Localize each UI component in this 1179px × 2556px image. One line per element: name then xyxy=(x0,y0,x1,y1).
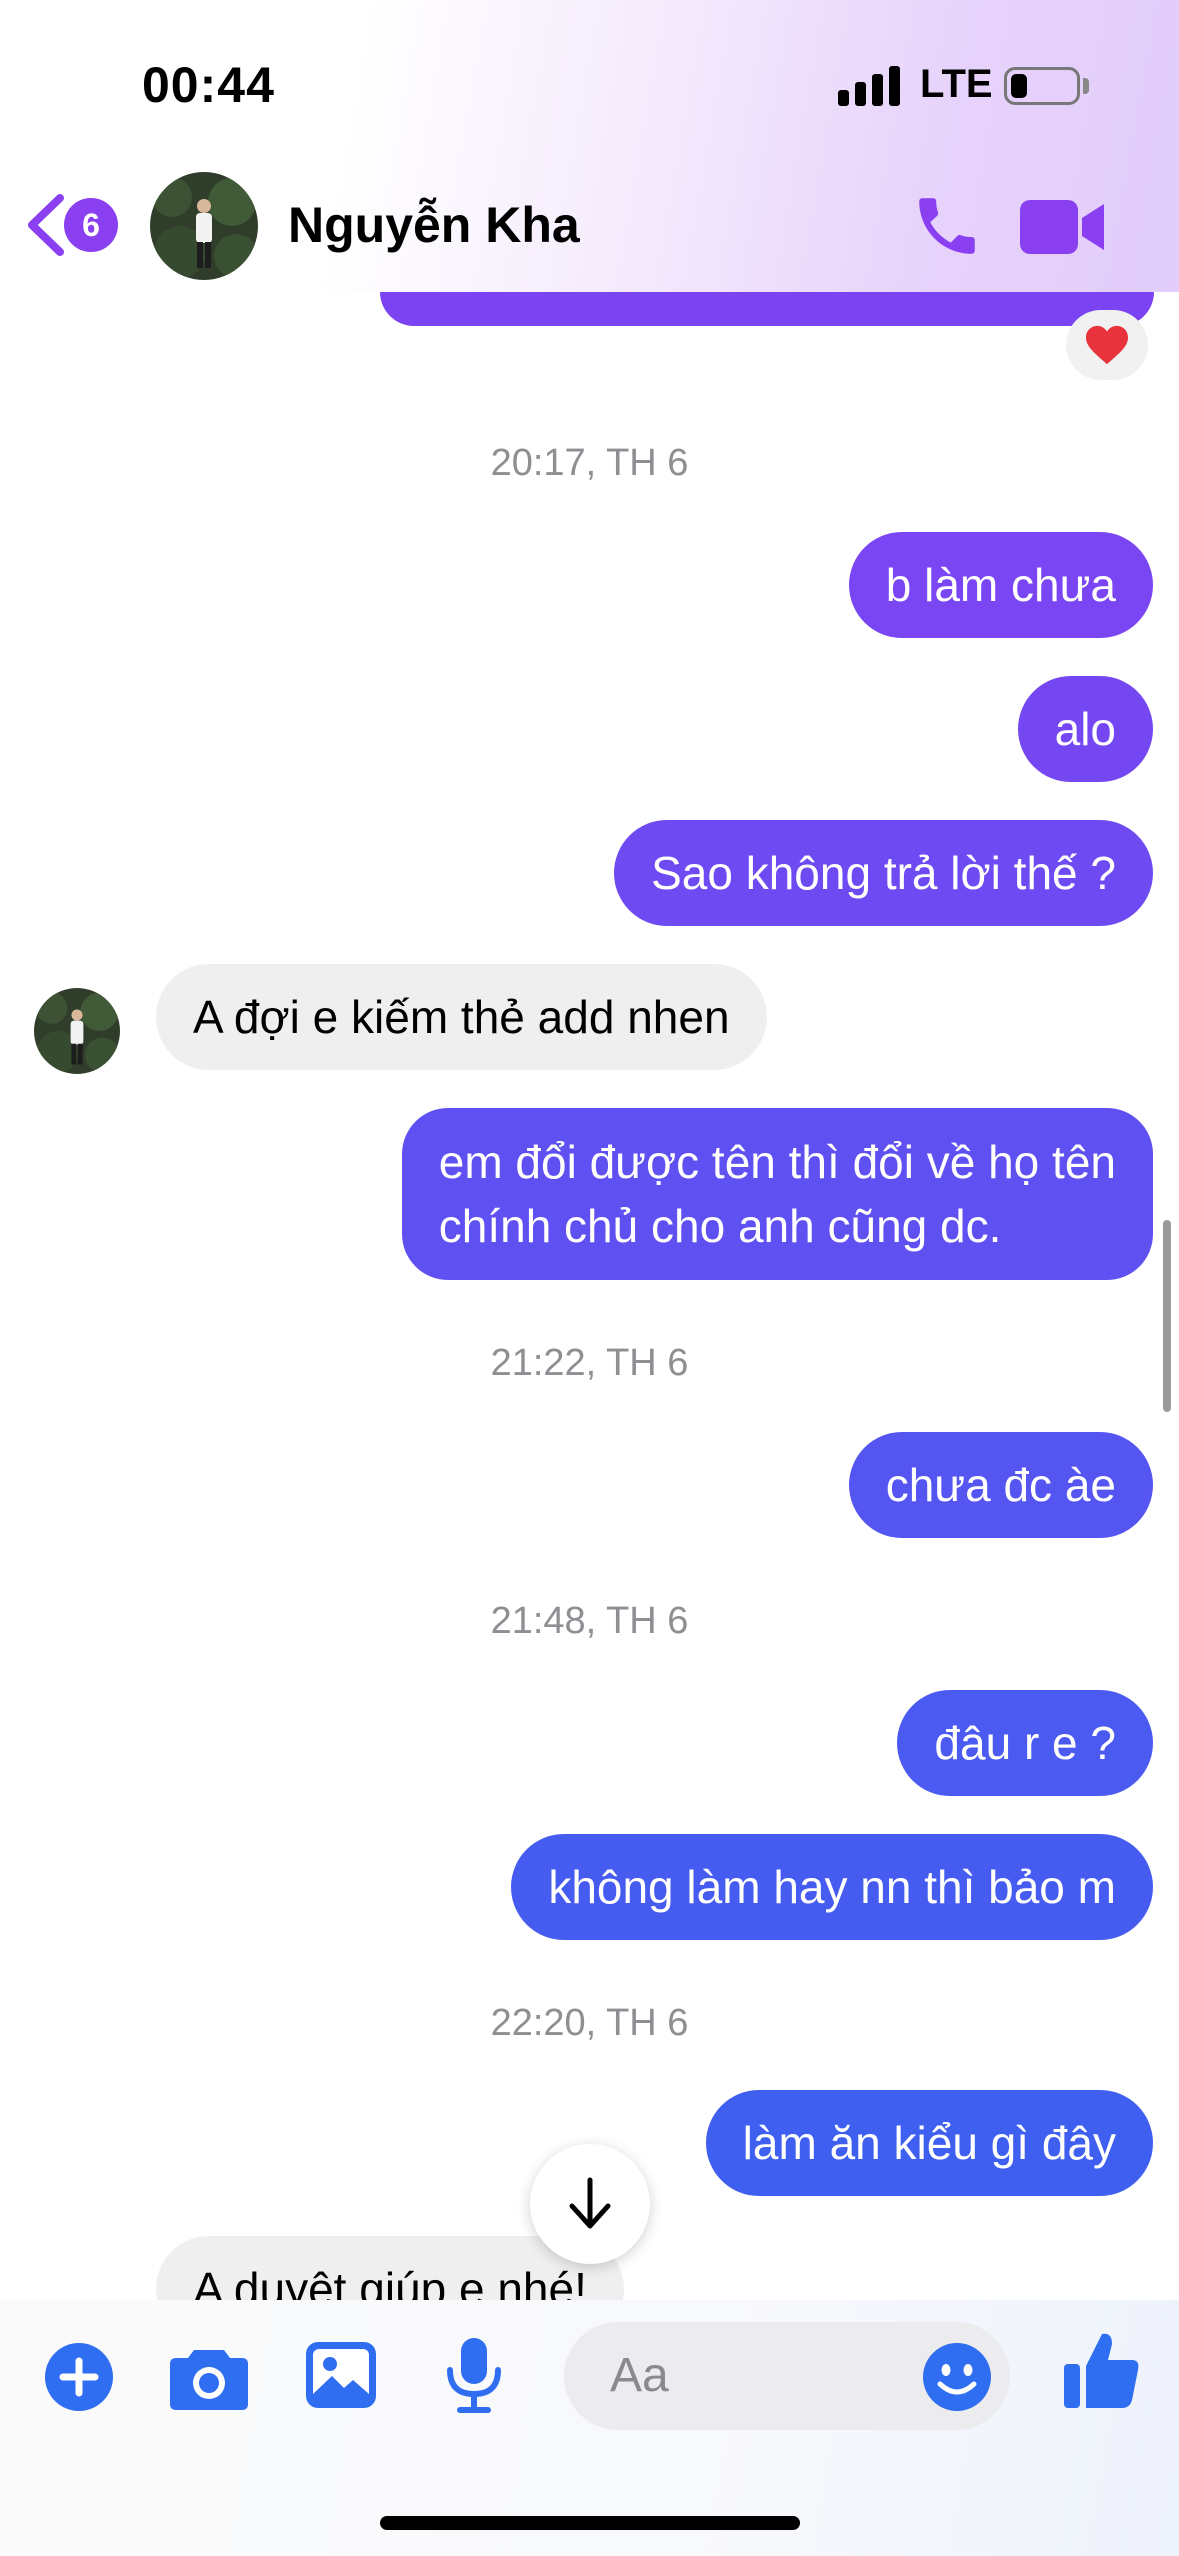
message-input-placeholder: Aa xyxy=(610,2349,669,2402)
battery-icon xyxy=(1004,67,1080,105)
signal-icon xyxy=(838,64,900,106)
status-time: 00:44 xyxy=(142,57,275,113)
sender-avatar[interactable] xyxy=(34,988,120,1074)
outgoing-message[interactable]: đâu r e ? xyxy=(897,1690,1153,1796)
timestamp: 20:17, TH 6 xyxy=(490,442,689,484)
timestamp: 21:48, TH 6 xyxy=(490,1600,689,1642)
outgoing-message[interactable]: alo xyxy=(1017,676,1153,782)
emoji-icon[interactable] xyxy=(922,2342,992,2412)
outgoing-message[interactable]: làm ăn kiểu gì đây xyxy=(705,2090,1153,2196)
plus-icon[interactable] xyxy=(44,2342,114,2412)
home-indicator xyxy=(380,2516,800,2530)
message-bubble-previous-visible xyxy=(380,292,1154,326)
gallery-icon[interactable] xyxy=(306,2342,376,2408)
contact-avatar[interactable] xyxy=(150,172,258,280)
contact-name[interactable]: Nguyễn Kha xyxy=(288,196,580,254)
battery-tip xyxy=(1083,78,1089,94)
outgoing-message-multiline[interactable]: em đổi được tên thì đổi về họ tên chính … xyxy=(401,1108,1153,1280)
heart-icon xyxy=(1086,325,1128,365)
camera-icon[interactable] xyxy=(170,2344,248,2410)
scroll-to-bottom-button[interactable] xyxy=(530,2144,650,2264)
incoming-message[interactable]: A đợi e kiếm thẻ add nhen xyxy=(156,964,767,1070)
outgoing-message[interactable]: b làm chưa xyxy=(848,532,1153,638)
timestamp: 22:20, TH 6 xyxy=(490,2002,689,2044)
outgoing-message[interactable]: chưa đc àe xyxy=(848,1432,1153,1538)
heart-reaction[interactable] xyxy=(1066,310,1148,380)
unread-count-badge[interactable]: 6 xyxy=(64,198,118,252)
arrow-down-icon xyxy=(569,2177,611,2229)
timestamp: 21:22, TH 6 xyxy=(490,1342,689,1384)
message-line: chính chủ cho anh cũng dc. xyxy=(438,1200,1002,1252)
microphone-icon[interactable] xyxy=(446,2338,502,2414)
outgoing-message[interactable]: không làm hay nn thì bảo m xyxy=(511,1834,1153,1940)
outgoing-message[interactable]: Sao không trả lời thế ? xyxy=(614,820,1153,926)
scrollbar[interactable] xyxy=(1163,1220,1171,1412)
like-thumbs-up-icon[interactable] xyxy=(1064,2330,1140,2410)
network-label: LTE xyxy=(920,62,993,106)
phone-call-icon[interactable] xyxy=(910,188,984,264)
message-line: em đổi được tên thì đổi về họ tên xyxy=(438,1136,1116,1188)
video-call-icon[interactable] xyxy=(1020,196,1106,258)
